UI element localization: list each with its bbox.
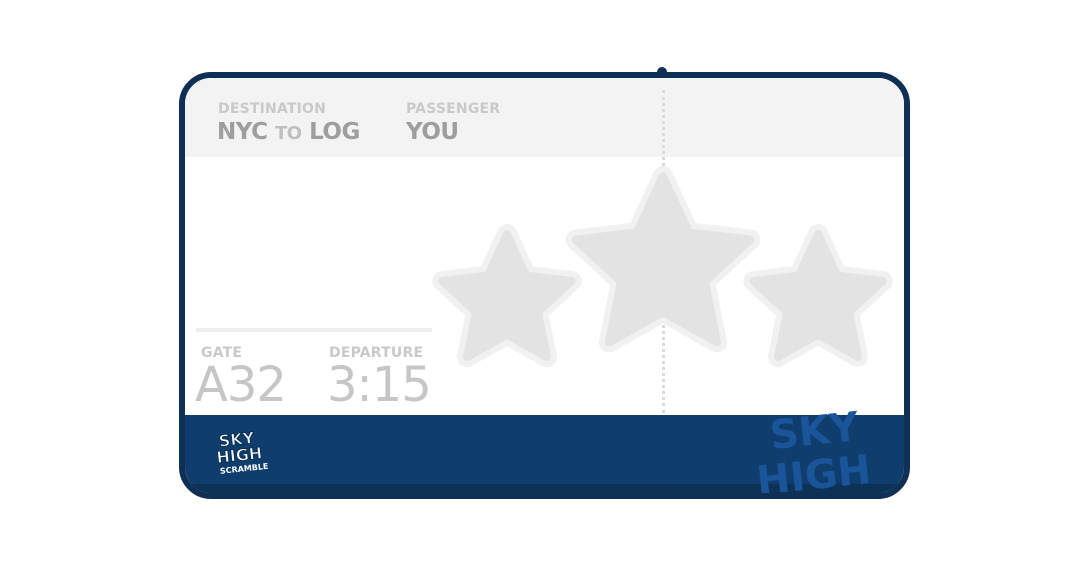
sky-high-watermark: SKY HIGH	[754, 404, 873, 493]
top-notch	[657, 67, 667, 77]
gate-divider	[196, 328, 432, 332]
departure-time: 3:15	[327, 357, 432, 413]
boarding-pass-ticket: DESTINATION NYC TO LOG PASSENGER YOU GAT…	[179, 72, 910, 499]
sky-high-scramble-logo: SKY HIGH SCRAMBLE	[215, 428, 269, 476]
bottom-notch	[657, 484, 667, 494]
ticket-footer: SKY HIGH SCRAMBLE SKY HIGH	[185, 404, 904, 493]
gate-value: A32	[195, 357, 287, 413]
